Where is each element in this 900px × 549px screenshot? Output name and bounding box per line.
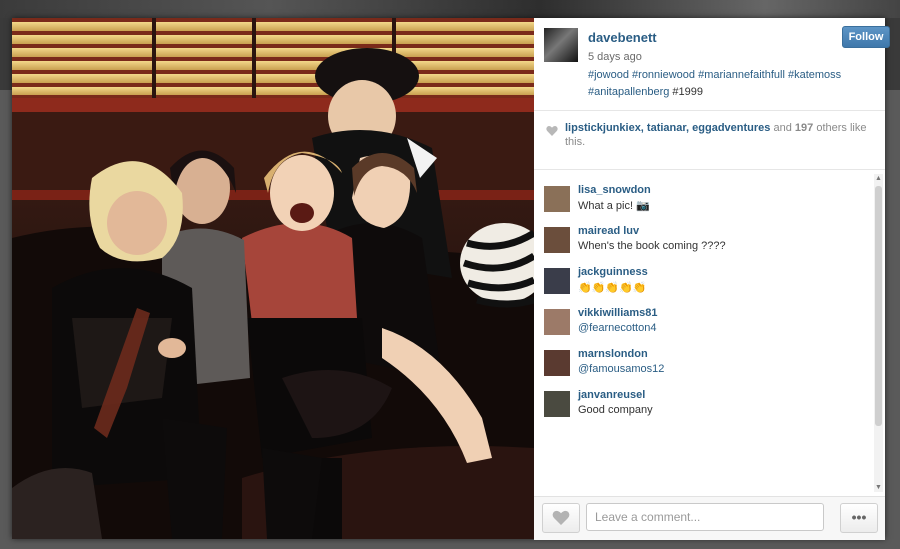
comment-text: 👏👏👏👏👏	[578, 282, 647, 294]
post-timestamp: 5 days ago	[588, 51, 642, 63]
scroll-down-arrow-icon[interactable]: ▼	[874, 483, 883, 492]
likers-list[interactable]: lipstickjunkiex, tatianar, eggadventures	[565, 122, 770, 134]
caption-hashtags[interactable]: #jowood #ronniewood #mariannefaithfull #…	[588, 67, 878, 84]
comment-username[interactable]: mairead luv	[578, 225, 639, 237]
post-photo[interactable]	[12, 18, 534, 539]
caption-hashtag[interactable]: #anitapallenberg	[588, 86, 669, 98]
comment-item: lisa_snowdon What a pic! 📷	[544, 184, 864, 220]
commenter-avatar[interactable]	[544, 268, 570, 294]
scroll-thumb[interactable]	[875, 186, 882, 426]
comment-item: marnslondon @famousamos12	[544, 348, 864, 384]
likes-section: lipstickjunkiex, tatianar, eggadventures…	[534, 111, 885, 170]
owner-avatar[interactable]	[544, 28, 578, 62]
comment-text[interactable]: @fearnecotton4	[578, 322, 656, 334]
comment-input[interactable]	[586, 503, 824, 531]
more-options-button[interactable]: •••	[840, 503, 878, 533]
comments-scrollbar[interactable]: ▲ ▼	[874, 174, 883, 492]
commenter-avatar[interactable]	[544, 391, 570, 417]
commenter-avatar[interactable]	[544, 227, 570, 253]
likes-count[interactable]: 197	[795, 122, 813, 134]
comment-footer: •••	[534, 496, 885, 540]
scroll-up-arrow-icon[interactable]: ▲	[874, 174, 883, 183]
comment-item: janvanreusel Good company	[544, 389, 864, 425]
comments-list: lisa_snowdon What a pic! 📷 mairead luv W…	[534, 170, 885, 496]
comment-item: vikkiwilliams81 @fearnecotton4	[544, 307, 864, 343]
comment-item: jackguinness 👏👏👏👏👏	[544, 266, 864, 302]
comment-username[interactable]: vikkiwilliams81	[578, 307, 658, 319]
comment-username[interactable]: lisa_snowdon	[578, 184, 651, 196]
likes-and: and	[773, 122, 792, 134]
comment-text[interactable]: @famousamos12	[578, 363, 664, 375]
comment-username[interactable]: jackguinness	[578, 266, 648, 278]
post-header: davebenett 5 days ago #jowood #ronniewoo…	[534, 18, 890, 111]
post-modal: davebenett 5 days ago #jowood #ronniewoo…	[12, 18, 890, 540]
comment-text: Good company	[578, 404, 653, 416]
caption-plain: #1999	[672, 86, 704, 98]
commenter-avatar[interactable]	[544, 309, 570, 335]
follow-button[interactable]: Follow	[842, 26, 890, 48]
comment-username[interactable]: janvanreusel	[578, 389, 645, 401]
like-button[interactable]	[542, 503, 580, 533]
comment-text: What a pic! 📷	[578, 200, 650, 212]
owner-username[interactable]: davebenett	[588, 30, 657, 45]
caption-line2: #anitapallenberg #1999	[588, 84, 878, 101]
photo-image	[12, 18, 534, 539]
post-caption: #jowood #ronniewood #mariannefaithfull #…	[588, 67, 878, 101]
comment-item: mairead luv When's the book coming ????	[544, 225, 864, 261]
backdrop-strip	[0, 0, 900, 18]
comment-text: When's the book coming ????	[578, 240, 726, 252]
heart-icon	[546, 125, 558, 136]
comment-username[interactable]: marnslondon	[578, 348, 648, 360]
heart-icon	[552, 510, 570, 525]
commenter-avatar[interactable]	[544, 186, 570, 212]
commenter-avatar[interactable]	[544, 350, 570, 376]
post-sidebar: davebenett 5 days ago #jowood #ronniewoo…	[534, 18, 890, 540]
likes-summary: lipstickjunkiex, tatianar, eggadventures…	[565, 121, 875, 149]
